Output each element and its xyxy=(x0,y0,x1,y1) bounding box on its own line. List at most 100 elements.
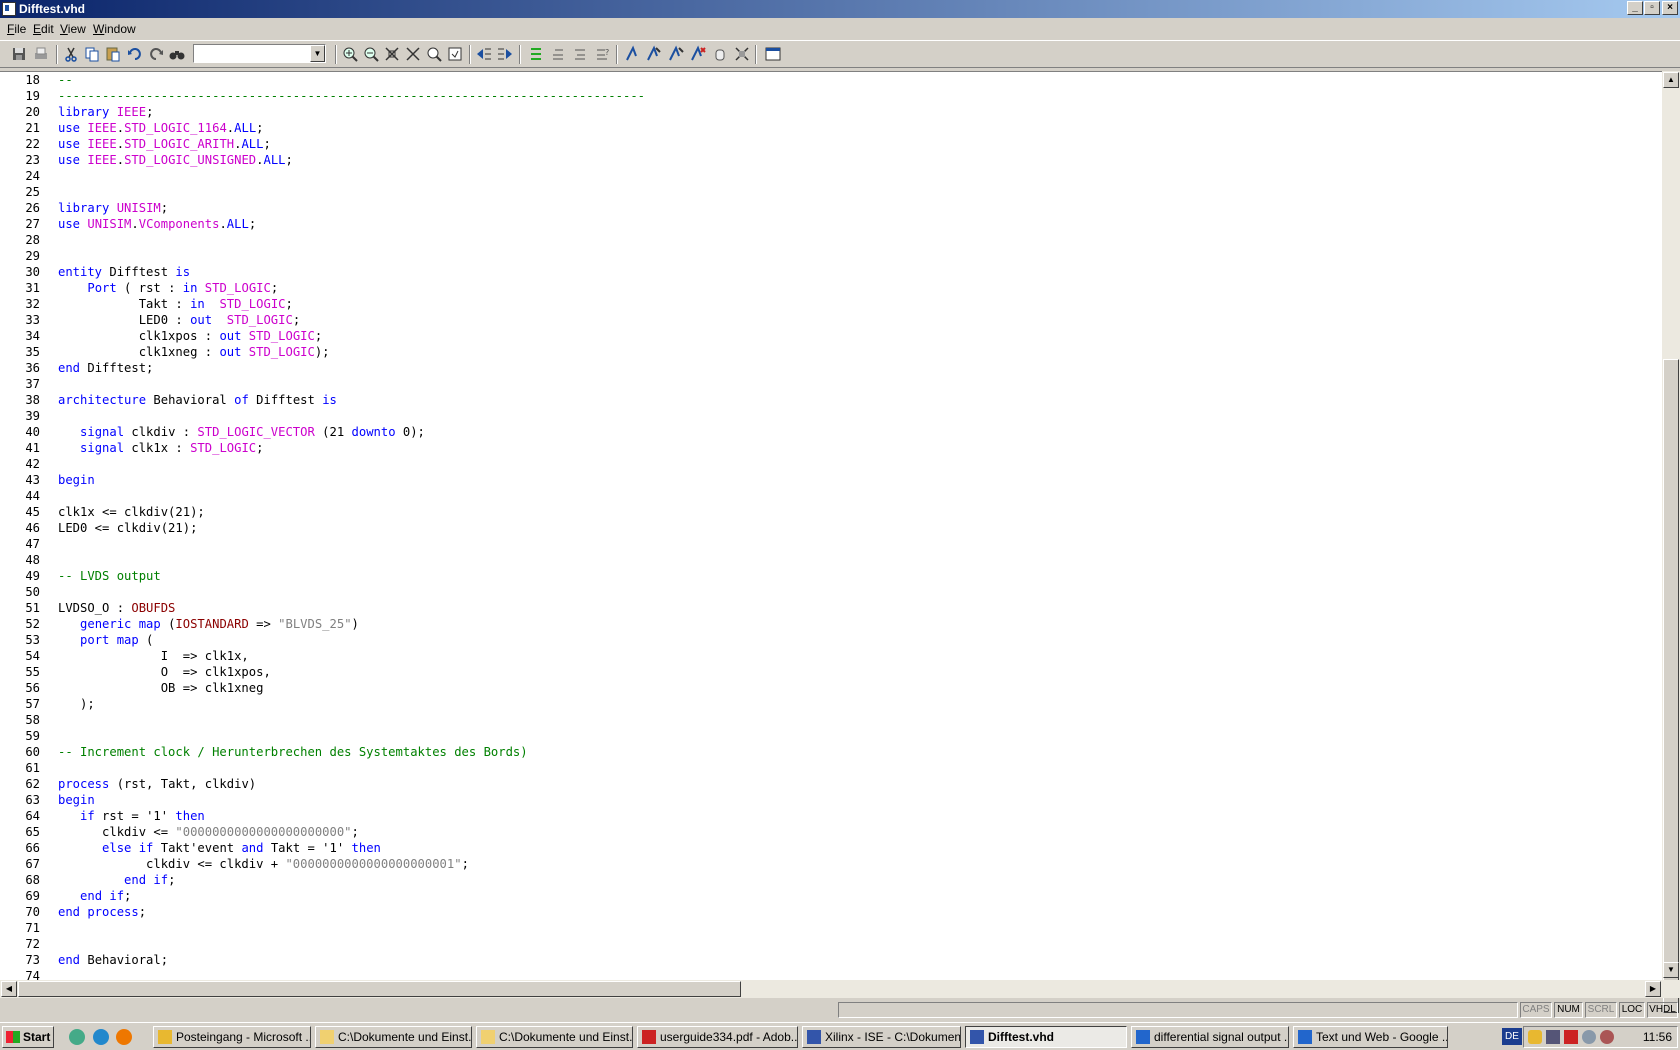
hand-icon[interactable] xyxy=(711,45,729,63)
code-line[interactable]: 34 clk1xpos : out STD_LOGIC; xyxy=(0,328,1662,344)
code-line[interactable]: 48 xyxy=(0,552,1662,568)
bookmark-list-icon[interactable] xyxy=(527,45,545,63)
code-line[interactable]: 73 end Behavioral; xyxy=(0,952,1662,968)
start-button[interactable]: Start xyxy=(2,1026,54,1048)
code-line[interactable]: 19 --------------------------------------… xyxy=(0,88,1662,104)
menu-edit[interactable]: Edit xyxy=(33,19,54,39)
code-line[interactable]: 57 ); xyxy=(0,696,1662,712)
taskbar-item[interactable]: differential signal output ... xyxy=(1131,1026,1289,1048)
code-line[interactable]: 46 LED0 <= clkdiv(21); xyxy=(0,520,1662,536)
taskbar-item[interactable]: Difftest.vhd xyxy=(965,1026,1127,1048)
code-line[interactable]: 70 end process; xyxy=(0,904,1662,920)
code-line[interactable]: 23 use IEEE.STD_LOGIC_UNSIGNED.ALL; xyxy=(0,152,1662,168)
window-layout-icon[interactable] xyxy=(764,45,782,63)
code-line[interactable]: 54 I => clk1x, xyxy=(0,648,1662,664)
code-line[interactable]: 39 xyxy=(0,408,1662,424)
close-button[interactable]: × xyxy=(1662,1,1678,15)
code-line[interactable]: 24 xyxy=(0,168,1662,184)
scroll-up-icon[interactable]: ▲ xyxy=(1663,72,1679,88)
print-icon[interactable] xyxy=(32,45,50,63)
code-line[interactable]: 22 use IEEE.STD_LOGIC_ARITH.ALL; xyxy=(0,136,1662,152)
code-line[interactable]: 64 if rst = '1' then xyxy=(0,808,1662,824)
code-line[interactable]: 27 use UNISIM.VComponents.ALL; xyxy=(0,216,1662,232)
code-line[interactable]: 60 -- Increment clock / Herunterbrechen d… xyxy=(0,744,1662,760)
rerun-icon[interactable] xyxy=(667,45,685,63)
code-line[interactable]: 45 clk1x <= clkdiv(21); xyxy=(0,504,1662,520)
quicklaunch-desktop-icon[interactable] xyxy=(69,1029,85,1045)
horizontal-scroll-thumb[interactable] xyxy=(18,981,741,997)
redo-icon[interactable] xyxy=(147,45,165,63)
rerun-all-icon[interactable] xyxy=(689,45,707,63)
zoom-out-icon[interactable] xyxy=(362,45,380,63)
scroll-left-icon[interactable]: ◀ xyxy=(1,981,17,997)
code-line[interactable]: 30 entity Difftest is xyxy=(0,264,1662,280)
app-icon[interactable] xyxy=(2,2,16,16)
code-line[interactable]: 21 use IEEE.STD_LOGIC_1164.ALL; xyxy=(0,120,1662,136)
code-line[interactable]: 65 clkdiv <= "0000000000000000000000"; xyxy=(0,824,1662,840)
code-line[interactable]: 63 begin xyxy=(0,792,1662,808)
cut-icon[interactable] xyxy=(62,45,80,63)
code-line[interactable]: 53 port map ( xyxy=(0,632,1662,648)
search-combo[interactable]: ▼ xyxy=(193,44,326,63)
zoom-in-icon[interactable] xyxy=(341,45,359,63)
code-line[interactable]: 31 Port ( rst : in STD_LOGIC; xyxy=(0,280,1662,296)
paste-icon[interactable] xyxy=(104,45,122,63)
code-line[interactable]: 33 LED0 : out STD_LOGIC; xyxy=(0,312,1662,328)
code-line[interactable]: 68 end if; xyxy=(0,872,1662,888)
code-line[interactable]: 42 xyxy=(0,456,1662,472)
taskbar-item[interactable]: Text und Web - Google ... xyxy=(1293,1026,1448,1048)
code-line[interactable]: 51 LVDSO_O : OBUFDS xyxy=(0,600,1662,616)
taskbar-item[interactable]: userguide334.pdf - Adob... xyxy=(637,1026,798,1048)
vertical-scrollbar[interactable]: ▲ ▼ xyxy=(1662,71,1680,1013)
vertical-scroll-thumb[interactable] xyxy=(1663,359,1679,1013)
code-line[interactable]: 29 xyxy=(0,248,1662,264)
code-line[interactable]: 69 end if; xyxy=(0,888,1662,904)
tray-app-icon[interactable] xyxy=(1528,1030,1542,1044)
code-line[interactable]: 40 signal clkdiv : STD_LOGIC_VECTOR (21 … xyxy=(0,424,1662,440)
tray-acrobat-icon[interactable] xyxy=(1564,1030,1578,1044)
horizontal-scrollbar[interactable]: ◀ ▶ xyxy=(0,980,1680,998)
code-line[interactable]: 67 clkdiv <= clkdiv + "00000000000000000… xyxy=(0,856,1662,872)
code-line[interactable]: 38 architecture Behavioral of Difftest is xyxy=(0,392,1662,408)
language-indicator[interactable]: DE xyxy=(1502,1028,1522,1045)
tray-network-icon[interactable] xyxy=(1546,1030,1560,1044)
code-line[interactable]: 71 xyxy=(0,920,1662,936)
code-line[interactable]: 36 end Difftest; xyxy=(0,360,1662,376)
code-line[interactable]: 44 xyxy=(0,488,1662,504)
code-line[interactable]: 20 library IEEE; xyxy=(0,104,1662,120)
scroll-right-icon[interactable]: ▶ xyxy=(1645,981,1661,997)
code-line[interactable]: 52 generic map (IOSTANDARD => "BLVDS_25"… xyxy=(0,616,1662,632)
tray-search-icon[interactable] xyxy=(1582,1030,1596,1044)
code-line[interactable]: 66 else if Takt'event and Takt = '1' the… xyxy=(0,840,1662,856)
undo-icon[interactable] xyxy=(126,45,144,63)
bookmark-next-icon[interactable] xyxy=(571,45,589,63)
code-line[interactable]: 25 xyxy=(0,184,1662,200)
chevron-down-icon[interactable]: ▼ xyxy=(310,45,325,62)
taskbar-item[interactable]: C:\Dokumente und Einst... xyxy=(476,1026,633,1048)
outdent-icon[interactable] xyxy=(475,45,493,63)
bookmark-prev-icon[interactable] xyxy=(549,45,567,63)
code-line[interactable]: 55 O => clk1xpos, xyxy=(0,664,1662,680)
menu-file[interactable]: File xyxy=(7,19,26,39)
check-syntax-icon[interactable] xyxy=(624,45,642,63)
code-line[interactable]: 62 process (rst, Takt, clkdiv) xyxy=(0,776,1662,792)
code-line[interactable]: 35 clk1xneg : out STD_LOGIC); xyxy=(0,344,1662,360)
menu-view[interactable]: View xyxy=(60,19,86,39)
code-line[interactable]: 56 OB => clk1xneg xyxy=(0,680,1662,696)
refresh-icon[interactable] xyxy=(446,45,464,63)
code-line[interactable]: 28 xyxy=(0,232,1662,248)
code-line[interactable]: 43 begin xyxy=(0,472,1662,488)
copy-icon[interactable] xyxy=(83,45,101,63)
code-line[interactable]: 49 -- LVDS output xyxy=(0,568,1662,584)
code-line[interactable]: 72 xyxy=(0,936,1662,952)
scroll-down-icon[interactable]: ▼ xyxy=(1663,962,1679,978)
code-line[interactable]: 61 xyxy=(0,760,1662,776)
taskbar-item[interactable]: C:\Dokumente und Einst... xyxy=(315,1026,472,1048)
code-line[interactable]: 18 -- xyxy=(0,72,1662,88)
restore-button[interactable]: ▫ xyxy=(1644,1,1660,15)
bookmark-clear-icon[interactable]: ? xyxy=(593,45,611,63)
menu-window[interactable]: Window xyxy=(93,19,136,39)
implement-icon[interactable] xyxy=(645,45,663,63)
code-line[interactable]: 26 library UNISIM; xyxy=(0,200,1662,216)
zoom-select-icon[interactable] xyxy=(425,45,443,63)
